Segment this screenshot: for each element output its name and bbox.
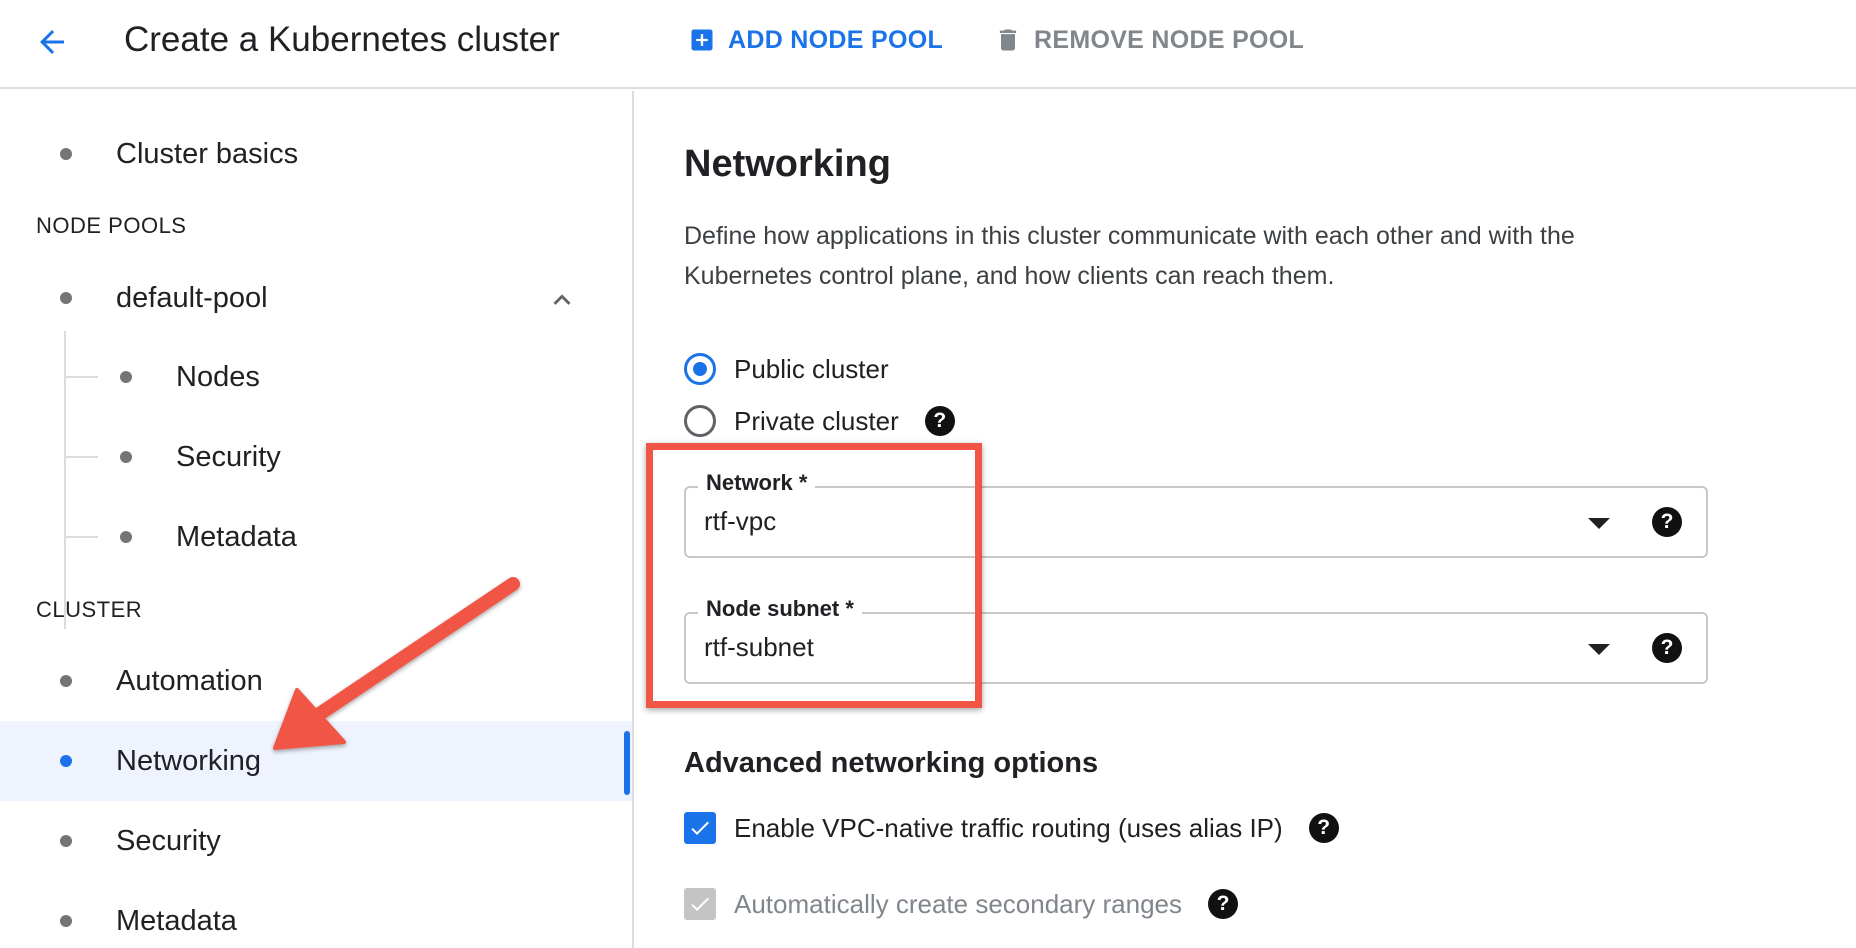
active-indicator: [624, 731, 630, 795]
collapse-pool-button[interactable]: [544, 282, 580, 318]
sidebar-item-label: Metadata: [116, 904, 237, 937]
bullet-icon: [60, 755, 72, 767]
sidebar-item-cluster-basics[interactable]: Cluster basics: [0, 114, 632, 194]
radio-label: Public cluster: [734, 353, 889, 384]
arrow-back-icon: [40, 30, 64, 54]
sidebar-item-default-pool[interactable]: default-pool: [0, 258, 632, 338]
main-content: Networking Define how applications in th…: [636, 91, 1856, 948]
sidebar-item-label: Automation: [116, 664, 263, 697]
sidebar-item-cluster-metadata[interactable]: Metadata: [0, 881, 632, 948]
sidebar-nav: Cluster basics NODE POOLS default-pool N…: [0, 91, 634, 948]
vpc-native-checkbox[interactable]: Enable VPC-native traffic routing (uses …: [684, 806, 1339, 850]
remove-node-pool-label: REMOVE NODE POOL: [1034, 25, 1305, 54]
network-value: rtf-vpc: [704, 506, 777, 536]
caret-down-icon: [1588, 644, 1610, 655]
bullet-icon: [120, 531, 132, 543]
section-header-node-pools: NODE POOLS: [36, 213, 187, 238]
sidebar-item-label: Cluster basics: [116, 137, 299, 170]
secondary-ranges-checkbox[interactable]: Automatically create secondary ranges ?: [684, 882, 1239, 926]
bullet-icon: [120, 451, 132, 463]
top-header: Create a Kubernetes cluster ADD NODE POO…: [0, 0, 1856, 89]
radio-checked-icon: [684, 353, 716, 385]
checkbox-label: Enable VPC-native traffic routing (uses …: [734, 812, 1283, 843]
trash-icon: [994, 25, 1022, 55]
section-header-cluster: CLUSTER: [36, 597, 143, 622]
public-cluster-radio[interactable]: Public cluster: [684, 347, 889, 391]
sidebar-item-label: Networking: [116, 744, 262, 777]
sidebar-item-pool-metadata[interactable]: Metadata: [0, 497, 632, 577]
sidebar-item-label: Security: [176, 440, 281, 473]
radio-unchecked-icon: [684, 405, 716, 437]
sidebar-item-label: default-pool: [116, 281, 268, 314]
add-box-icon: [688, 26, 716, 54]
back-button[interactable]: [28, 18, 76, 66]
sidebar-item-label: Metadata: [176, 520, 297, 553]
bullet-icon: [60, 835, 72, 847]
radio-label: Private cluster: [734, 405, 899, 436]
sidebar-item-label: Security: [116, 824, 221, 857]
help-icon[interactable]: ?: [1308, 813, 1339, 843]
checkbox-checked-icon: [684, 812, 716, 844]
private-cluster-radio[interactable]: Private cluster ?: [684, 399, 955, 443]
network-label: Network *: [698, 470, 816, 496]
help-icon[interactable]: ?: [1208, 889, 1239, 919]
network-select[interactable]: Network * rtf-vpc ?: [684, 470, 1708, 558]
sidebar-item-automation[interactable]: Automation: [0, 641, 632, 721]
chevron-up-icon: [553, 294, 571, 305]
bullet-icon: [60, 148, 72, 160]
checkbox-label: Automatically create secondary ranges: [734, 888, 1183, 919]
remove-node-pool-button[interactable]: REMOVE NODE POOL: [994, 18, 1304, 62]
checkbox-disabled-icon: [684, 888, 716, 920]
sidebar-item-networking[interactable]: Networking: [0, 721, 632, 801]
add-node-pool-label: ADD NODE POOL: [728, 25, 944, 54]
bullet-icon: [120, 371, 132, 383]
help-icon[interactable]: ?: [924, 406, 955, 436]
sidebar-item-pool-security[interactable]: Security: [0, 417, 632, 497]
bullet-icon: [60, 915, 72, 927]
bullet-icon: [60, 675, 72, 687]
sidebar-item-label: Nodes: [176, 360, 260, 393]
sidebar-item-nodes[interactable]: Nodes: [0, 337, 632, 417]
caret-down-icon: [1588, 518, 1610, 529]
page-title: Create a Kubernetes cluster: [124, 20, 560, 59]
page-section-title: Networking: [684, 143, 891, 185]
advanced-networking-title: Advanced networking options: [684, 747, 1099, 779]
help-icon[interactable]: ?: [1652, 633, 1682, 663]
sidebar-item-cluster-security[interactable]: Security: [0, 801, 632, 881]
node-subnet-value: rtf-subnet: [704, 632, 814, 662]
add-node-pool-button[interactable]: ADD NODE POOL: [688, 18, 943, 62]
node-subnet-label: Node subnet *: [698, 596, 862, 622]
section-description: Define how applications in this cluster …: [684, 222, 1575, 290]
bullet-icon: [60, 292, 72, 304]
help-icon[interactable]: ?: [1652, 507, 1682, 537]
node-subnet-select[interactable]: Node subnet * rtf-subnet ?: [684, 596, 1708, 684]
